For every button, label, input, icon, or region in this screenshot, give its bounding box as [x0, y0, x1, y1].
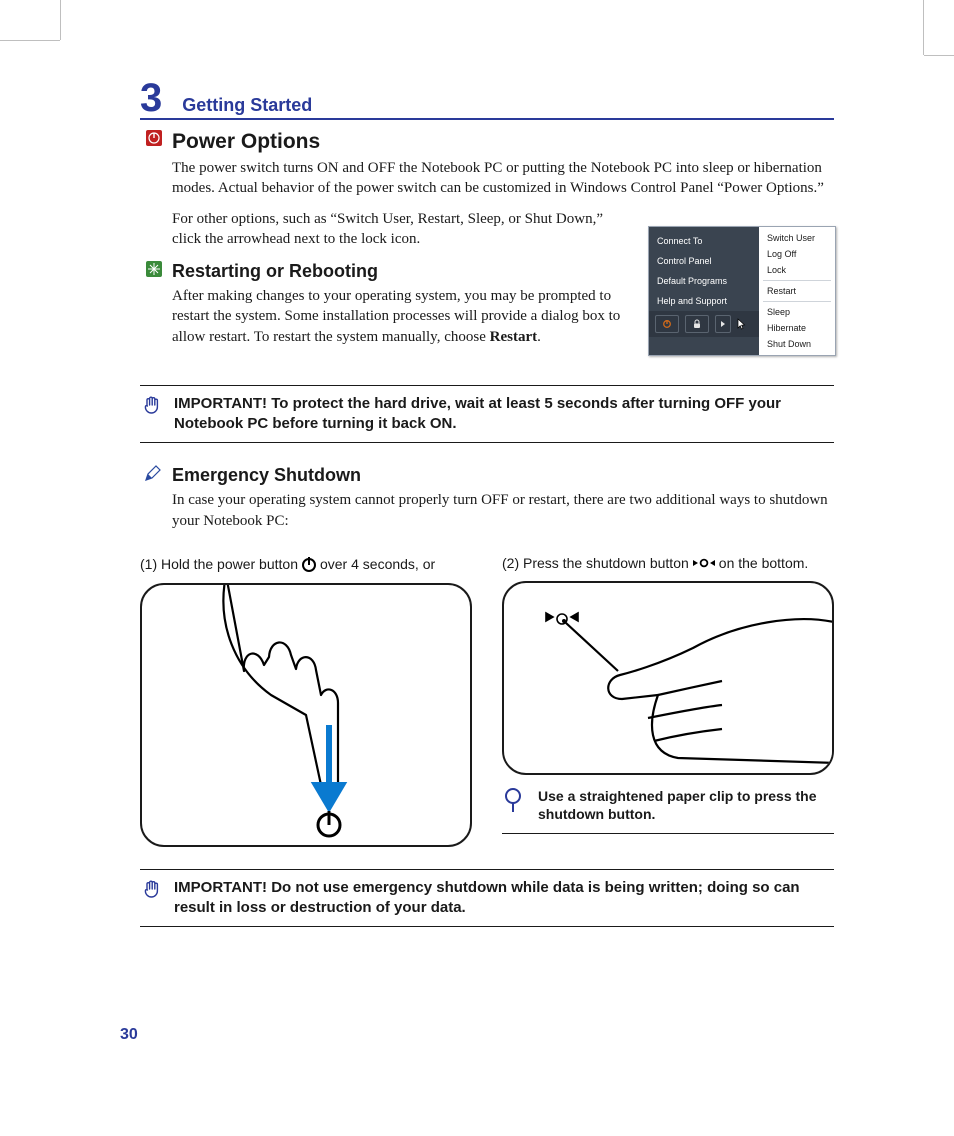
heading-power-options: Power Options — [172, 130, 834, 154]
para: For other options, such as “Switch User,… — [172, 209, 632, 250]
crop-mark — [0, 40, 60, 41]
start-menu-power-bar — [649, 311, 759, 337]
important-text: IMPORTANT! To protect the hard drive, wa… — [174, 394, 834, 435]
hand-press-illustration — [142, 585, 470, 845]
lock-icon — [685, 315, 709, 333]
text: After making changes to your operating s… — [172, 288, 620, 345]
start-menu-screenshot: Connect To Control Panel Default Program… — [648, 226, 836, 356]
chapter-title: Getting Started — [182, 95, 312, 116]
chapter-header: 3 Getting Started — [140, 78, 834, 120]
menu-item: Control Panel — [649, 251, 759, 271]
menu-item: Default Programs — [649, 271, 759, 291]
para: The power switch turns ON and OFF the No… — [172, 158, 834, 199]
method-2-label: (2) Press the shutdown button on the bot… — [502, 555, 834, 571]
crop-mark — [924, 55, 954, 56]
shutdown-button-icon — [691, 557, 717, 569]
important-callout: IMPORTANT! Do not use emergency shutdown… — [140, 869, 834, 928]
para: After making changes to your operating s… — [172, 286, 632, 347]
cursor-icon — [737, 318, 747, 330]
separator — [763, 280, 831, 281]
illustration-paperclip — [502, 581, 834, 775]
hand-stop-icon — [142, 878, 162, 900]
snowflake-icon — [146, 261, 162, 277]
chevron-right-icon — [715, 315, 731, 333]
text: on the bottom. — [719, 555, 809, 571]
para: In case your operating system cannot pro… — [172, 490, 834, 531]
method-1: (1) Hold the power button over 4 seconds… — [140, 555, 472, 847]
text: (1) Hold the power button — [140, 556, 298, 572]
menu-item: Lock — [759, 262, 835, 278]
illustration-power-hold — [140, 583, 472, 847]
page-number: 30 — [120, 1026, 138, 1044]
chapter-number: 3 — [140, 78, 162, 118]
text-bold: Restart — [490, 329, 537, 345]
method-2: (2) Press the shutdown button on the bot… — [502, 555, 834, 847]
menu-item: Sleep — [759, 304, 835, 320]
tip-callout: Use a straightened paper clip to press t… — [502, 783, 834, 834]
method-1-label: (1) Hold the power button over 4 seconds… — [140, 555, 472, 573]
tip-text: Use a straightened paper clip to press t… — [538, 787, 834, 823]
important-callout: IMPORTANT! To protect the hard drive, wa… — [140, 385, 834, 444]
menu-item: Log Off — [759, 246, 835, 262]
pencil-icon — [144, 465, 162, 483]
separator — [763, 301, 831, 302]
page: 3 Getting Started Power Options The powe… — [0, 0, 954, 1136]
text: over 4 seconds, or — [320, 556, 435, 572]
power-icon — [655, 315, 679, 333]
power-icon — [300, 555, 318, 573]
power-alert-icon — [146, 130, 162, 146]
crop-mark — [923, 0, 924, 55]
heading-emergency-shutdown: Emergency Shutdown — [172, 465, 834, 486]
text: (2) Press the shutdown button — [502, 555, 689, 571]
menu-item: Switch User — [759, 230, 835, 246]
start-menu-right-panel: Switch User Log Off Lock Restart Sleep H… — [759, 227, 835, 355]
start-menu-left-panel: Connect To Control Panel Default Program… — [649, 227, 759, 355]
magnifier-icon — [503, 787, 525, 813]
menu-item: Connect To — [649, 231, 759, 251]
illustration-row: (1) Hold the power button over 4 seconds… — [140, 555, 834, 847]
menu-item: Restart — [759, 283, 835, 299]
menu-item: Hibernate — [759, 320, 835, 336]
menu-item: Shut Down — [759, 336, 835, 352]
section-emergency-shutdown: Emergency Shutdown In case your operatin… — [140, 465, 834, 541]
menu-item: Help and Support — [649, 291, 759, 311]
crop-mark — [60, 0, 61, 40]
text: . — [537, 329, 541, 345]
hand-paperclip-illustration — [504, 583, 832, 773]
important-text: IMPORTANT! Do not use emergency shutdown… — [174, 878, 834, 919]
hand-stop-icon — [142, 394, 162, 416]
